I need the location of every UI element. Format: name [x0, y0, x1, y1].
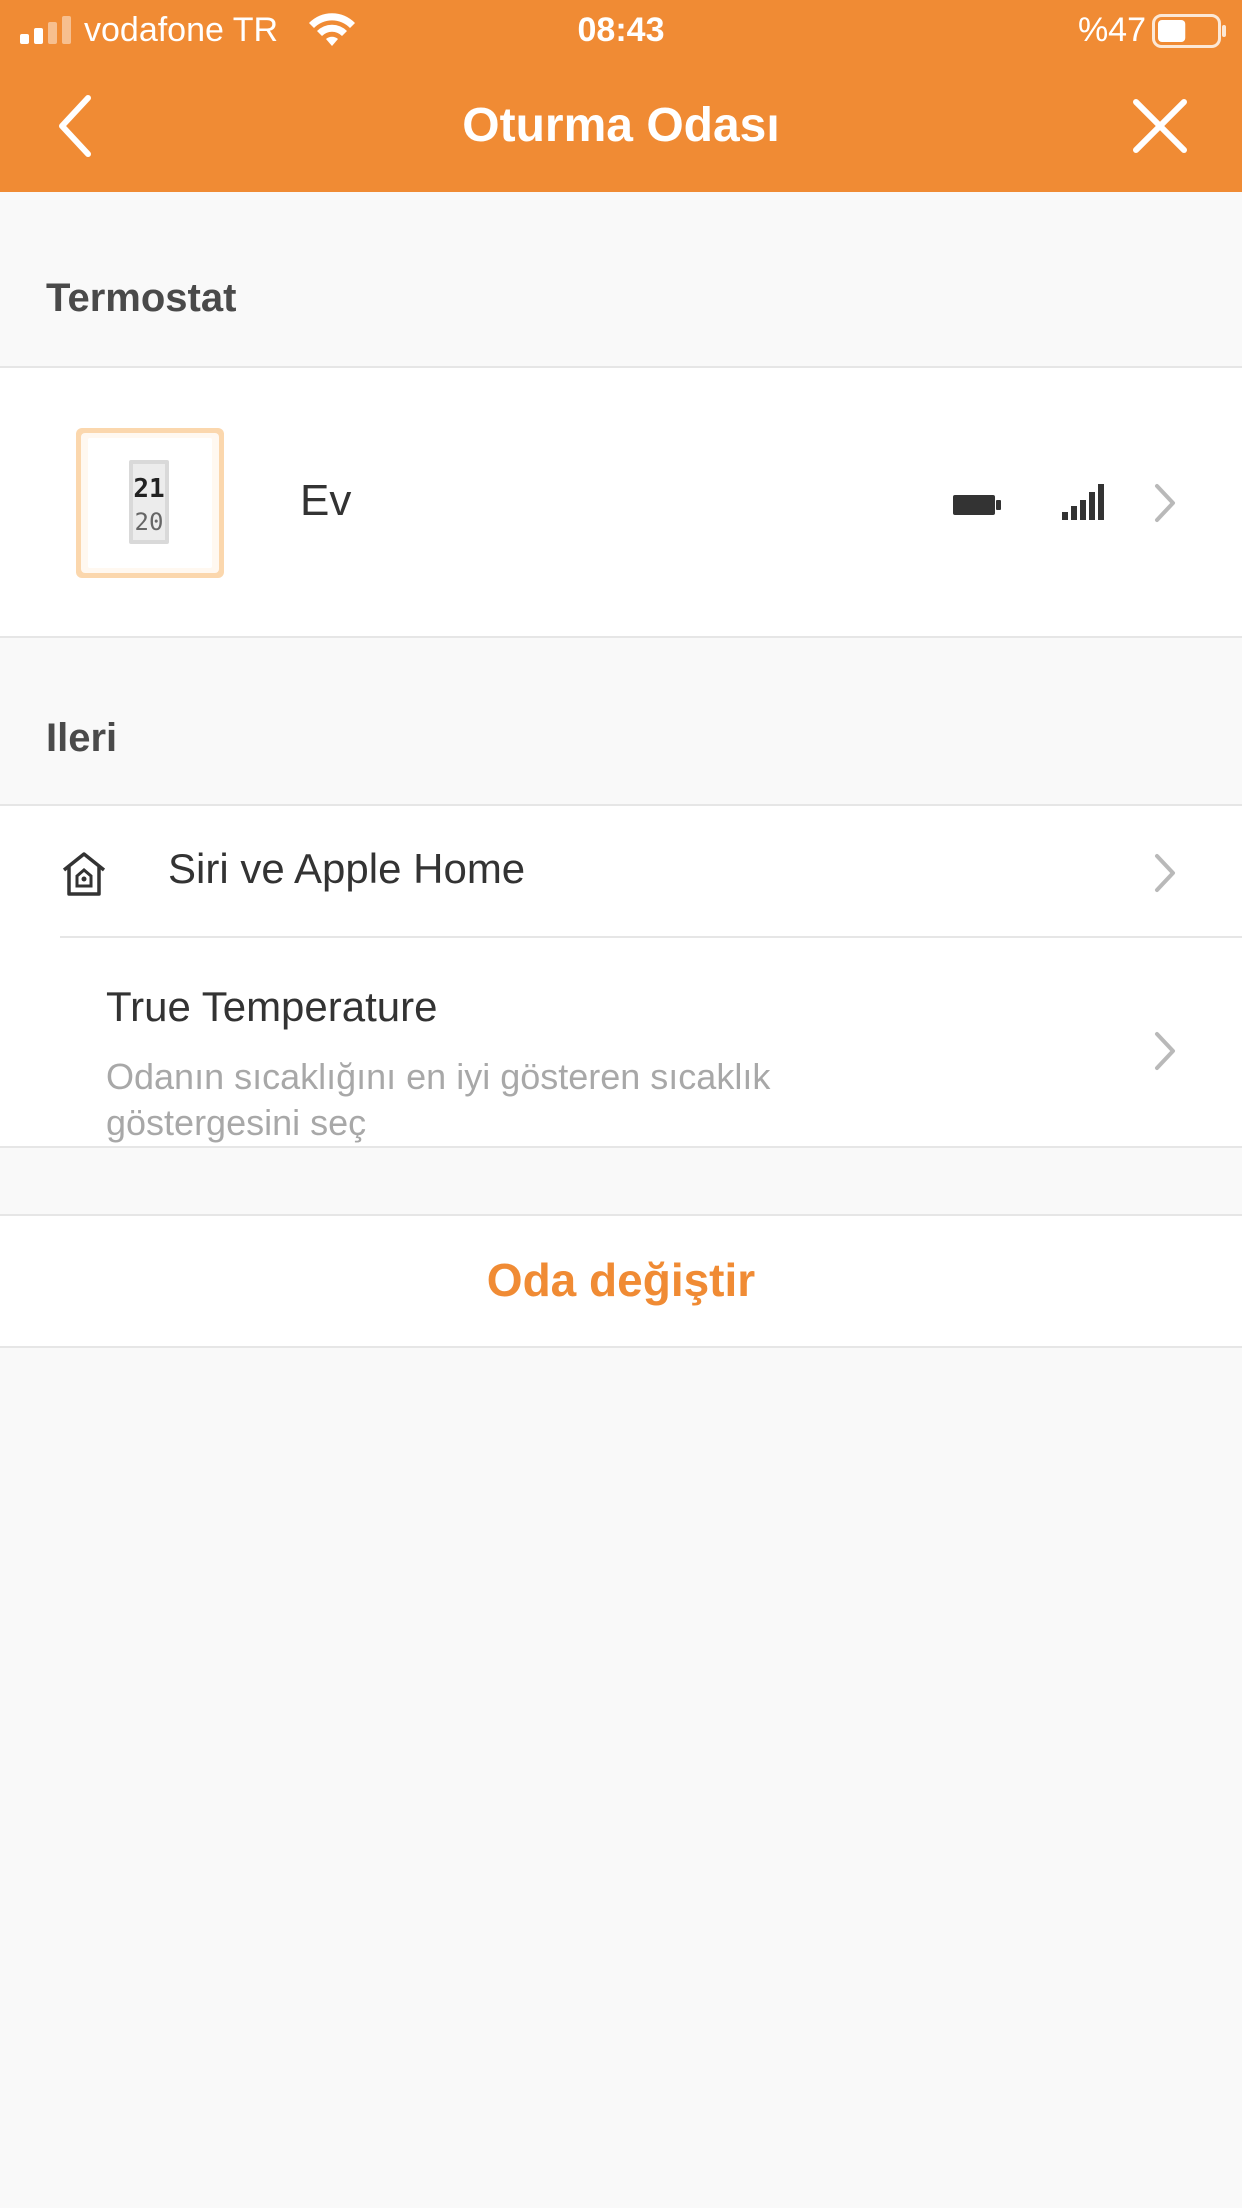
- battery-percent: %47: [1077, 11, 1146, 49]
- section-title: Termostat: [46, 276, 237, 320]
- signal-icon: [20, 16, 71, 44]
- device-row[interactable]: 21 20 Ev: [0, 368, 1242, 636]
- close-icon[interactable]: [1130, 96, 1190, 156]
- list-item-title: True Temperature: [106, 983, 438, 1030]
- section-title: Ileri: [46, 716, 118, 760]
- advanced-card: Siri ve Apple Home True Temperature Odan…: [0, 804, 1242, 1148]
- status-bar: vodafone TR 08:43 %47: [0, 0, 1242, 60]
- device-name: Ev: [300, 476, 352, 525]
- header-bar: vodafone TR 08:43 %47 Oturma Odası: [0, 0, 1242, 192]
- thermostat-card: 21 20 Ev: [0, 366, 1242, 638]
- section-header-thermostat: Termostat: [0, 276, 1242, 336]
- thermostat-display-bottom: 20: [135, 508, 164, 536]
- chevron-right-icon: [1155, 854, 1175, 892]
- chevron-left-icon[interactable]: [48, 92, 108, 160]
- battery-icon: [1152, 14, 1226, 48]
- section-header-advanced: Ileri: [0, 716, 1242, 776]
- chevron-right-icon: [1155, 484, 1175, 522]
- battery-icon: [953, 495, 1001, 515]
- home-icon: [62, 852, 106, 896]
- chevron-right-icon: [1155, 1032, 1175, 1070]
- change-room-card: Oda değiştir: [0, 1214, 1242, 1348]
- thermostat-display-top: 21: [133, 474, 164, 504]
- list-item-true-temperature[interactable]: True Temperature Odanın sıcaklığını en i…: [0, 938, 1242, 1146]
- clock: 08:43: [577, 11, 665, 49]
- signal-icon: [1062, 484, 1104, 520]
- page-title: Oturma Odası: [462, 99, 780, 152]
- carrier-label: vodafone TR: [84, 11, 279, 49]
- change-room-button[interactable]: Oda değiştir: [0, 1216, 1242, 1344]
- list-item-subtitle: Odanın sıcaklığını en iyi gösteren sıcak…: [106, 1056, 771, 1143]
- list-item-title: Siri ve Apple Home: [168, 845, 526, 892]
- thermostat-image: 21 20: [76, 428, 224, 578]
- list-item-siri-apple-home[interactable]: Siri ve Apple Home: [0, 806, 1242, 936]
- wifi-icon: [309, 13, 355, 46]
